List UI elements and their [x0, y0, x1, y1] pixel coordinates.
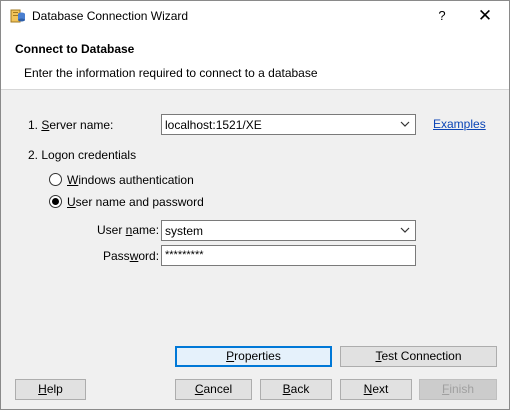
password-label: Password:: [103, 249, 159, 263]
logon-credentials-label: 2. Logon credentials: [28, 148, 137, 162]
user-name-combo[interactable]: system: [161, 220, 416, 241]
password-field[interactable]: *********: [161, 245, 416, 266]
windows-auth-mnemonic: W: [67, 173, 79, 187]
windows-auth-rest: indows authentication: [78, 173, 194, 187]
user-password-label[interactable]: User name and password: [67, 195, 204, 209]
window-title: Database Connection Wizard: [32, 9, 189, 23]
cancel-button[interactable]: Cancel: [175, 379, 252, 400]
help-label: elp: [46, 382, 63, 396]
user-password-rest: ser name and password: [75, 195, 204, 209]
properties-label: roperties: [234, 349, 281, 363]
back-button[interactable]: Back: [260, 379, 332, 400]
wizard-window: Database Connection Wizard ? ✕ Connect t…: [0, 0, 510, 410]
windows-auth-label[interactable]: Windows authentication: [67, 173, 194, 187]
chevron-down-icon[interactable]: [399, 224, 411, 236]
chevron-down-icon[interactable]: [399, 118, 411, 130]
cancel-label: ancel: [203, 382, 233, 396]
windows-auth-radio[interactable]: [49, 173, 62, 186]
properties-mnemonic: P: [226, 349, 235, 363]
page-subtitle: Enter the information required to connec…: [24, 66, 318, 80]
user-name-label-post: ame:: [132, 223, 160, 237]
close-button[interactable]: ✕: [469, 3, 501, 29]
password-label-pre: Pass: [103, 249, 130, 263]
server-label-prefix: 1.: [28, 118, 42, 132]
server-name-label: 1. Server name:: [28, 118, 113, 132]
finish-button[interactable]: Finish: [419, 379, 497, 400]
user-name-value: system: [165, 224, 204, 238]
server-name-combo[interactable]: localhost:1521/XE: [161, 114, 416, 135]
examples-link[interactable]: Examples: [433, 117, 486, 131]
title-bar: Database Connection Wizard ? ✕: [1, 1, 509, 32]
server-name-value: localhost:1521/XE: [165, 118, 262, 132]
user-name-label-pre: User: [97, 223, 126, 237]
password-label-post: ord:: [138, 249, 160, 263]
help-mnemonic: H: [38, 382, 47, 396]
server-label-rest: erver name:: [49, 118, 114, 132]
user-name-label: User name:: [97, 223, 159, 237]
test-connection-button[interactable]: Test Connection: [340, 346, 497, 367]
test-connection-label: est Connection: [381, 349, 462, 363]
next-button[interactable]: Next: [340, 379, 412, 400]
next-label: ext: [372, 382, 389, 396]
back-mnemonic: B: [282, 382, 291, 396]
properties-button[interactable]: Properties: [175, 346, 332, 367]
finish-label: inish: [449, 382, 475, 396]
database-wizard-icon: [10, 9, 25, 23]
help-title-button[interactable]: ?: [429, 5, 455, 27]
user-password-mnemonic: U: [67, 195, 76, 209]
password-value: *********: [165, 249, 204, 261]
user-password-radio[interactable]: [49, 195, 62, 208]
help-button[interactable]: Help: [15, 379, 86, 400]
wizard-header: Connect to Database Enter the informatio…: [1, 32, 509, 90]
page-title: Connect to Database: [15, 42, 135, 56]
back-label: ack: [290, 382, 310, 396]
